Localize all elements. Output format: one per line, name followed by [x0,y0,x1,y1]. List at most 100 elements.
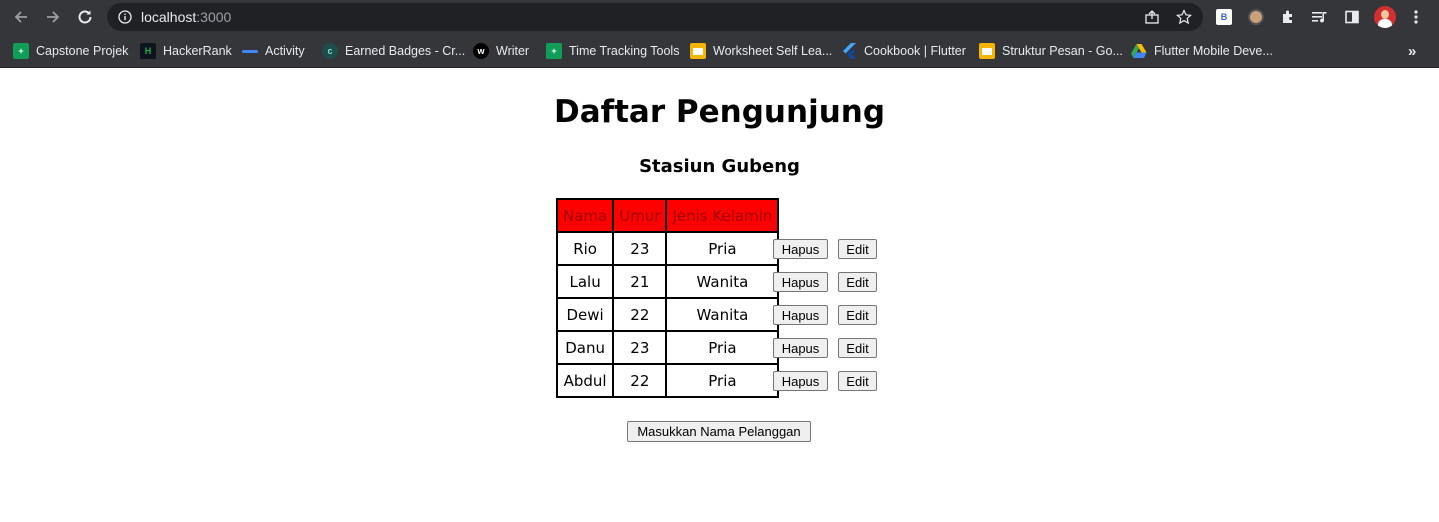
extension-face[interactable] [1246,7,1266,27]
table-row: Rio 23 Pria [555,231,780,266]
playlist-icon [1312,12,1327,23]
share-button[interactable] [1143,8,1161,26]
cell-jenis-kelamin: Pria [665,363,780,398]
side-panel-button[interactable] [1342,7,1362,27]
delete-button-lalu[interactable]: Hapus [773,272,828,292]
table-row: Abdul 22 Pria [555,363,780,398]
row-actions-abdul: Hapus Edit [773,371,877,391]
bookmark-worksheet[interactable]: Worksheet Self Lea... [690,41,832,61]
hackerrank-icon: H [140,43,156,59]
media-button[interactable] [1310,7,1330,27]
edit-button-rio[interactable]: Edit [838,239,877,259]
cell-jenis-kelamin: Pria [665,330,780,365]
bookmark-label: Writer [496,44,530,58]
profile-avatar [1374,6,1396,28]
bookmark-hackerrank[interactable]: H HackerRank [140,41,232,61]
bookmark-earned-badges[interactable]: c Earned Badges - Cr... [322,41,465,61]
forward-button[interactable] [41,5,65,29]
extensions-button[interactable] [1278,7,1298,27]
bookmark-time-tracking[interactable]: + Time Tracking Tools [546,41,679,61]
cell-umur: 22 [612,297,668,332]
bookmark-star-button[interactable] [1175,8,1193,26]
bookmark-label: Worksheet Self Lea... [713,44,833,58]
cell-jenis-kelamin: Pria [665,231,780,266]
browser-toolbar: localhost:3000 B [0,0,1439,35]
cell-umur: 23 [612,231,668,266]
add-visitor-button[interactable]: Masukkan Nama Pelanggan [627,421,811,442]
row-actions-rio: Hapus Edit [773,239,877,259]
sheets-icon: + [13,43,29,59]
cell-nama: Dewi [555,297,615,332]
cell-jenis-kelamin: Wanita [665,264,780,299]
bookmark-label: Cookbook | Flutter [864,44,966,58]
bookmark-activity[interactable]: Activity [242,41,305,61]
cell-jenis-kelamin: Wanita [665,297,780,332]
bookmark-label: Struktur Pesan - Go... [1002,44,1123,58]
table-row: Lalu 21 Wanita [555,264,780,299]
bookmark-struktur-pesan[interactable]: Struktur Pesan - Go... [979,41,1123,61]
share-icon [1145,10,1159,24]
bookmark-flutter-mobile[interactable]: Flutter Mobile Deve... [1131,41,1273,61]
reload-icon [78,10,92,24]
edit-button-danu[interactable]: Edit [838,338,877,358]
url-host: localhost [141,9,197,25]
double-chevron-icon: » [1408,42,1417,60]
page-title: Daftar Pengunjung [553,94,886,130]
drive-icon [1131,43,1147,59]
b-extension-icon: B [1216,9,1232,25]
row-actions-dewi: Hapus Edit [773,305,877,325]
delete-button-danu[interactable]: Hapus [773,338,828,358]
bookmark-label: Capstone Projek [36,44,129,58]
table-row: Dewi 22 Wanita [555,297,780,332]
bookmark-label: Time Tracking Tools [569,44,680,58]
bookmark-writer[interactable]: w Writer [473,41,529,61]
extension-b[interactable]: B [1214,7,1234,27]
table-header-row: Nama Umur Jenis Kelamin [555,198,780,233]
arrow-left-icon [14,11,27,23]
back-button[interactable] [9,5,33,29]
column-header-jenis-kelamin: Jenis Kelamin [665,198,780,233]
url-port: :3000 [196,9,232,25]
cell-nama: Danu [555,330,615,365]
row-actions-danu: Hapus Edit [773,338,877,358]
profile-button[interactable] [1374,6,1396,28]
bookmark-capstone[interactable]: + Capstone Projek [13,41,128,61]
edit-button-lalu[interactable]: Edit [838,272,877,292]
bookmarks-bar: + Capstone Projek H HackerRank Activity … [0,35,1439,68]
menu-button[interactable] [1406,7,1426,27]
bookmark-cookbook-flutter[interactable]: Cookbook | Flutter [841,41,966,61]
star-icon [1176,9,1192,25]
row-actions-lalu: Hapus Edit [773,272,877,292]
slides-icon [690,43,706,59]
delete-button-rio[interactable]: Hapus [773,239,828,259]
side-panel-icon [1345,10,1359,24]
bookmark-label: Flutter Mobile Deve... [1154,44,1273,58]
visitor-table: Nama Umur Jenis Kelamin Rio 23 Pria Lalu… [555,198,780,398]
reload-button[interactable] [73,5,97,29]
cell-umur: 23 [612,330,668,365]
slides-icon [979,43,995,59]
url-text: localhost:3000 [141,9,231,25]
sheets-icon: + [546,43,562,59]
more-bookmarks-button[interactable]: » [1408,41,1416,61]
kebab-menu-icon [1414,10,1418,24]
bookmark-label: Activity [265,44,305,58]
delete-button-abdul[interactable]: Hapus [773,371,828,391]
page-subtitle: Stasiun Gubeng [639,156,800,177]
address-bar[interactable]: localhost:3000 [107,3,1203,31]
flutter-icon [841,43,857,59]
cell-umur: 21 [612,264,668,299]
edit-button-abdul[interactable]: Edit [838,371,877,391]
column-header-umur: Umur [612,198,668,233]
column-header-nama: Nama [555,198,615,233]
puzzle-icon [1283,10,1292,23]
activity-icon [242,43,258,59]
info-icon[interactable] [118,10,132,24]
delete-button-dewi[interactable]: Hapus [773,305,828,325]
bookmark-label: HackerRank [163,44,232,58]
edit-button-dewi[interactable]: Edit [838,305,877,325]
cell-nama: Abdul [555,363,615,398]
cell-nama: Lalu [555,264,615,299]
avatar-extension-icon [1248,9,1264,25]
writer-icon: w [473,43,489,59]
